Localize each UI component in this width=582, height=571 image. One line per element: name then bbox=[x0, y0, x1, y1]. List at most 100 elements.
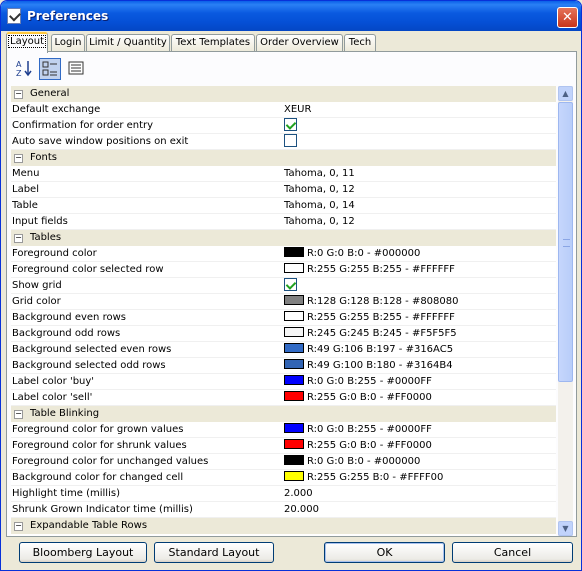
color-swatch[interactable] bbox=[284, 439, 304, 449]
category-row[interactable]: − Table Blinking bbox=[11, 406, 556, 422]
property-value-text: R:255 G:255 B:0 - #FFFF00 bbox=[307, 472, 444, 483]
property-value[interactable]: R:49 G:106 B:197 - #316AC5 bbox=[284, 342, 554, 358]
sort-alphabetical-button[interactable]: AZ bbox=[13, 58, 35, 80]
property-row[interactable]: Default exchange XEUR bbox=[11, 102, 556, 118]
property-value-text: R:255 G:255 B:255 - #FFFFFF bbox=[307, 312, 455, 323]
property-value[interactable] bbox=[284, 277, 554, 294]
tab-tech[interactable]: Tech bbox=[344, 34, 376, 52]
property-row[interactable]: Input fields Tahoma, 0, 12 bbox=[11, 214, 556, 230]
ok-button[interactable]: OK bbox=[324, 542, 445, 563]
color-swatch[interactable] bbox=[284, 327, 304, 337]
property-row[interactable]: Background odd rows R:245 G:245 B:245 - #… bbox=[11, 326, 556, 342]
property-row[interactable]: Background even rows R:255 G:255 B:255 - … bbox=[11, 310, 556, 326]
property-row[interactable]: Shrunk Grown Indicator time (millis) 20.0… bbox=[11, 502, 556, 518]
property-row[interactable]: Background selected even rows R:49 G:106 … bbox=[11, 342, 556, 358]
vertical-scrollbar[interactable]: ▲ ▼ bbox=[558, 86, 573, 536]
property-value[interactable]: R:245 G:245 B:245 - #F5F5F5 bbox=[284, 326, 554, 342]
property-value[interactable] bbox=[284, 133, 554, 150]
color-swatch[interactable] bbox=[284, 247, 304, 257]
collapse-icon[interactable]: − bbox=[14, 522, 23, 531]
property-row[interactable]: Background selected odd rows R:49 G:100 B… bbox=[11, 358, 556, 374]
property-row[interactable]: Confirmation for order entry bbox=[11, 117, 556, 134]
color-swatch[interactable] bbox=[284, 263, 304, 273]
collapse-icon[interactable]: − bbox=[14, 154, 23, 163]
property-name: Background selected odd rows bbox=[12, 360, 166, 371]
property-row[interactable]: Menu Tahoma, 0, 11 bbox=[11, 166, 556, 182]
property-row[interactable]: Label color 'buy' R:0 G:0 B:255 - #0000FF bbox=[11, 374, 556, 390]
property-value-text: R:245 G:245 B:245 - #F5F5F5 bbox=[307, 328, 457, 339]
property-checkbox[interactable] bbox=[284, 117, 297, 131]
property-value[interactable]: 20.000 bbox=[284, 502, 554, 518]
property-value[interactable]: R:0 G:0 B:255 - #0000FF bbox=[284, 422, 554, 438]
title-bar[interactable]: Preferences ✕ bbox=[1, 1, 581, 31]
property-value[interactable] bbox=[284, 117, 554, 134]
property-value[interactable]: R:255 G:255 B:255 - #FFFFFF bbox=[284, 262, 554, 278]
color-swatch[interactable] bbox=[284, 311, 304, 321]
color-swatch[interactable] bbox=[284, 343, 304, 353]
property-value[interactable]: XEUR bbox=[284, 102, 554, 118]
property-row[interactable]: Show grid bbox=[11, 277, 556, 294]
close-button[interactable]: ✕ bbox=[557, 7, 578, 28]
tab-text-templates[interactable]: Text Templates bbox=[171, 34, 255, 52]
property-row[interactable]: Foreground color selected row R:255 G:255… bbox=[11, 262, 556, 278]
category-row[interactable]: − Fonts bbox=[11, 150, 556, 166]
property-value[interactable]: R:255 G:0 B:0 - #FF0000 bbox=[284, 390, 554, 406]
scroll-thumb[interactable] bbox=[558, 102, 573, 382]
property-value[interactable]: R:0 G:0 B:0 - #000000 bbox=[284, 454, 554, 470]
property-value[interactable]: R:49 G:100 B:180 - #3164B4 bbox=[284, 358, 554, 374]
property-value[interactable]: R:0 G:0 B:255 - #0000FF bbox=[284, 374, 554, 390]
property-value[interactable]: Tahoma, 0, 14 bbox=[284, 198, 554, 214]
property-checkbox[interactable] bbox=[284, 277, 297, 291]
category-label: Table Blinking bbox=[30, 408, 100, 419]
property-row[interactable]: Highlight time (millis) 2.000 bbox=[11, 486, 556, 502]
property-checkbox[interactable] bbox=[284, 133, 297, 147]
tab-layout[interactable]: Layout bbox=[6, 32, 48, 53]
property-value[interactable]: R:0 G:0 B:0 - #000000 bbox=[284, 246, 554, 262]
color-swatch[interactable] bbox=[284, 423, 304, 433]
scroll-down-button[interactable]: ▼ bbox=[558, 521, 573, 536]
tab-login[interactable]: Login bbox=[51, 34, 85, 52]
property-row[interactable]: Foreground color R:0 G:0 B:0 - #000000 bbox=[11, 246, 556, 262]
description-button[interactable] bbox=[65, 58, 87, 80]
collapse-icon[interactable]: − bbox=[14, 90, 23, 99]
color-swatch[interactable] bbox=[284, 295, 304, 305]
collapse-icon[interactable]: − bbox=[14, 410, 23, 419]
property-row[interactable]: Label Tahoma, 0, 12 bbox=[11, 182, 556, 198]
property-value[interactable]: R:128 G:128 B:128 - #808080 bbox=[284, 294, 554, 310]
property-row[interactable]: Grid color R:128 G:128 B:128 - #808080 bbox=[11, 294, 556, 310]
tab-limit-quantity[interactable]: Limit / Quantity bbox=[86, 34, 170, 52]
property-value[interactable]: R:255 G:0 B:0 - #FF0000 bbox=[284, 438, 554, 454]
collapse-icon[interactable]: − bbox=[14, 234, 23, 243]
property-name: Label color 'buy' bbox=[12, 376, 95, 387]
scroll-up-button[interactable]: ▲ bbox=[558, 86, 573, 101]
categorized-view-button[interactable] bbox=[39, 58, 61, 80]
property-value[interactable]: Tahoma, 0, 11 bbox=[284, 166, 554, 182]
property-row[interactable]: Foreground color for grown values R:0 G:0… bbox=[11, 422, 556, 438]
preferences-window: Preferences ✕ Layout Login Limit / Quant… bbox=[0, 0, 582, 571]
color-swatch[interactable] bbox=[284, 375, 304, 385]
tab-order-overview[interactable]: Order Overview bbox=[256, 34, 343, 52]
color-swatch[interactable] bbox=[284, 455, 304, 465]
property-value[interactable]: Tahoma, 0, 12 bbox=[284, 182, 554, 198]
property-value[interactable]: R:255 G:255 B:255 - #FFFFFF bbox=[284, 310, 554, 326]
bloomberg-layout-button[interactable]: Bloomberg Layout bbox=[19, 542, 147, 563]
property-name: Background even rows bbox=[12, 312, 126, 323]
tab-strip: Layout Login Limit / Quantity Text Templ… bbox=[6, 32, 576, 53]
category-row[interactable]: − Tables bbox=[11, 230, 556, 246]
color-swatch[interactable] bbox=[284, 471, 304, 481]
property-row[interactable]: Foreground color for shrunk values R:255 … bbox=[11, 438, 556, 454]
color-swatch[interactable] bbox=[284, 391, 304, 401]
cancel-button[interactable]: Cancel bbox=[452, 542, 573, 563]
category-row[interactable]: − Expandable Table Rows bbox=[11, 518, 556, 534]
color-swatch[interactable] bbox=[284, 359, 304, 369]
property-row[interactable]: Label color 'sell' R:255 G:0 B:0 - #FF000… bbox=[11, 390, 556, 406]
property-value[interactable]: R:255 G:255 B:0 - #FFFF00 bbox=[284, 470, 554, 486]
property-value[interactable]: Tahoma, 0, 12 bbox=[284, 214, 554, 230]
property-row[interactable]: Table Tahoma, 0, 14 bbox=[11, 198, 556, 214]
standard-layout-button[interactable]: Standard Layout bbox=[154, 542, 274, 563]
property-row[interactable]: Foreground color for unchanged values R:0… bbox=[11, 454, 556, 470]
category-row[interactable]: − General bbox=[11, 86, 556, 102]
property-row[interactable]: Auto save window positions on exit bbox=[11, 133, 556, 150]
property-row[interactable]: Background color for changed cell R:255 G… bbox=[11, 470, 556, 486]
property-value[interactable]: 2.000 bbox=[284, 486, 554, 502]
